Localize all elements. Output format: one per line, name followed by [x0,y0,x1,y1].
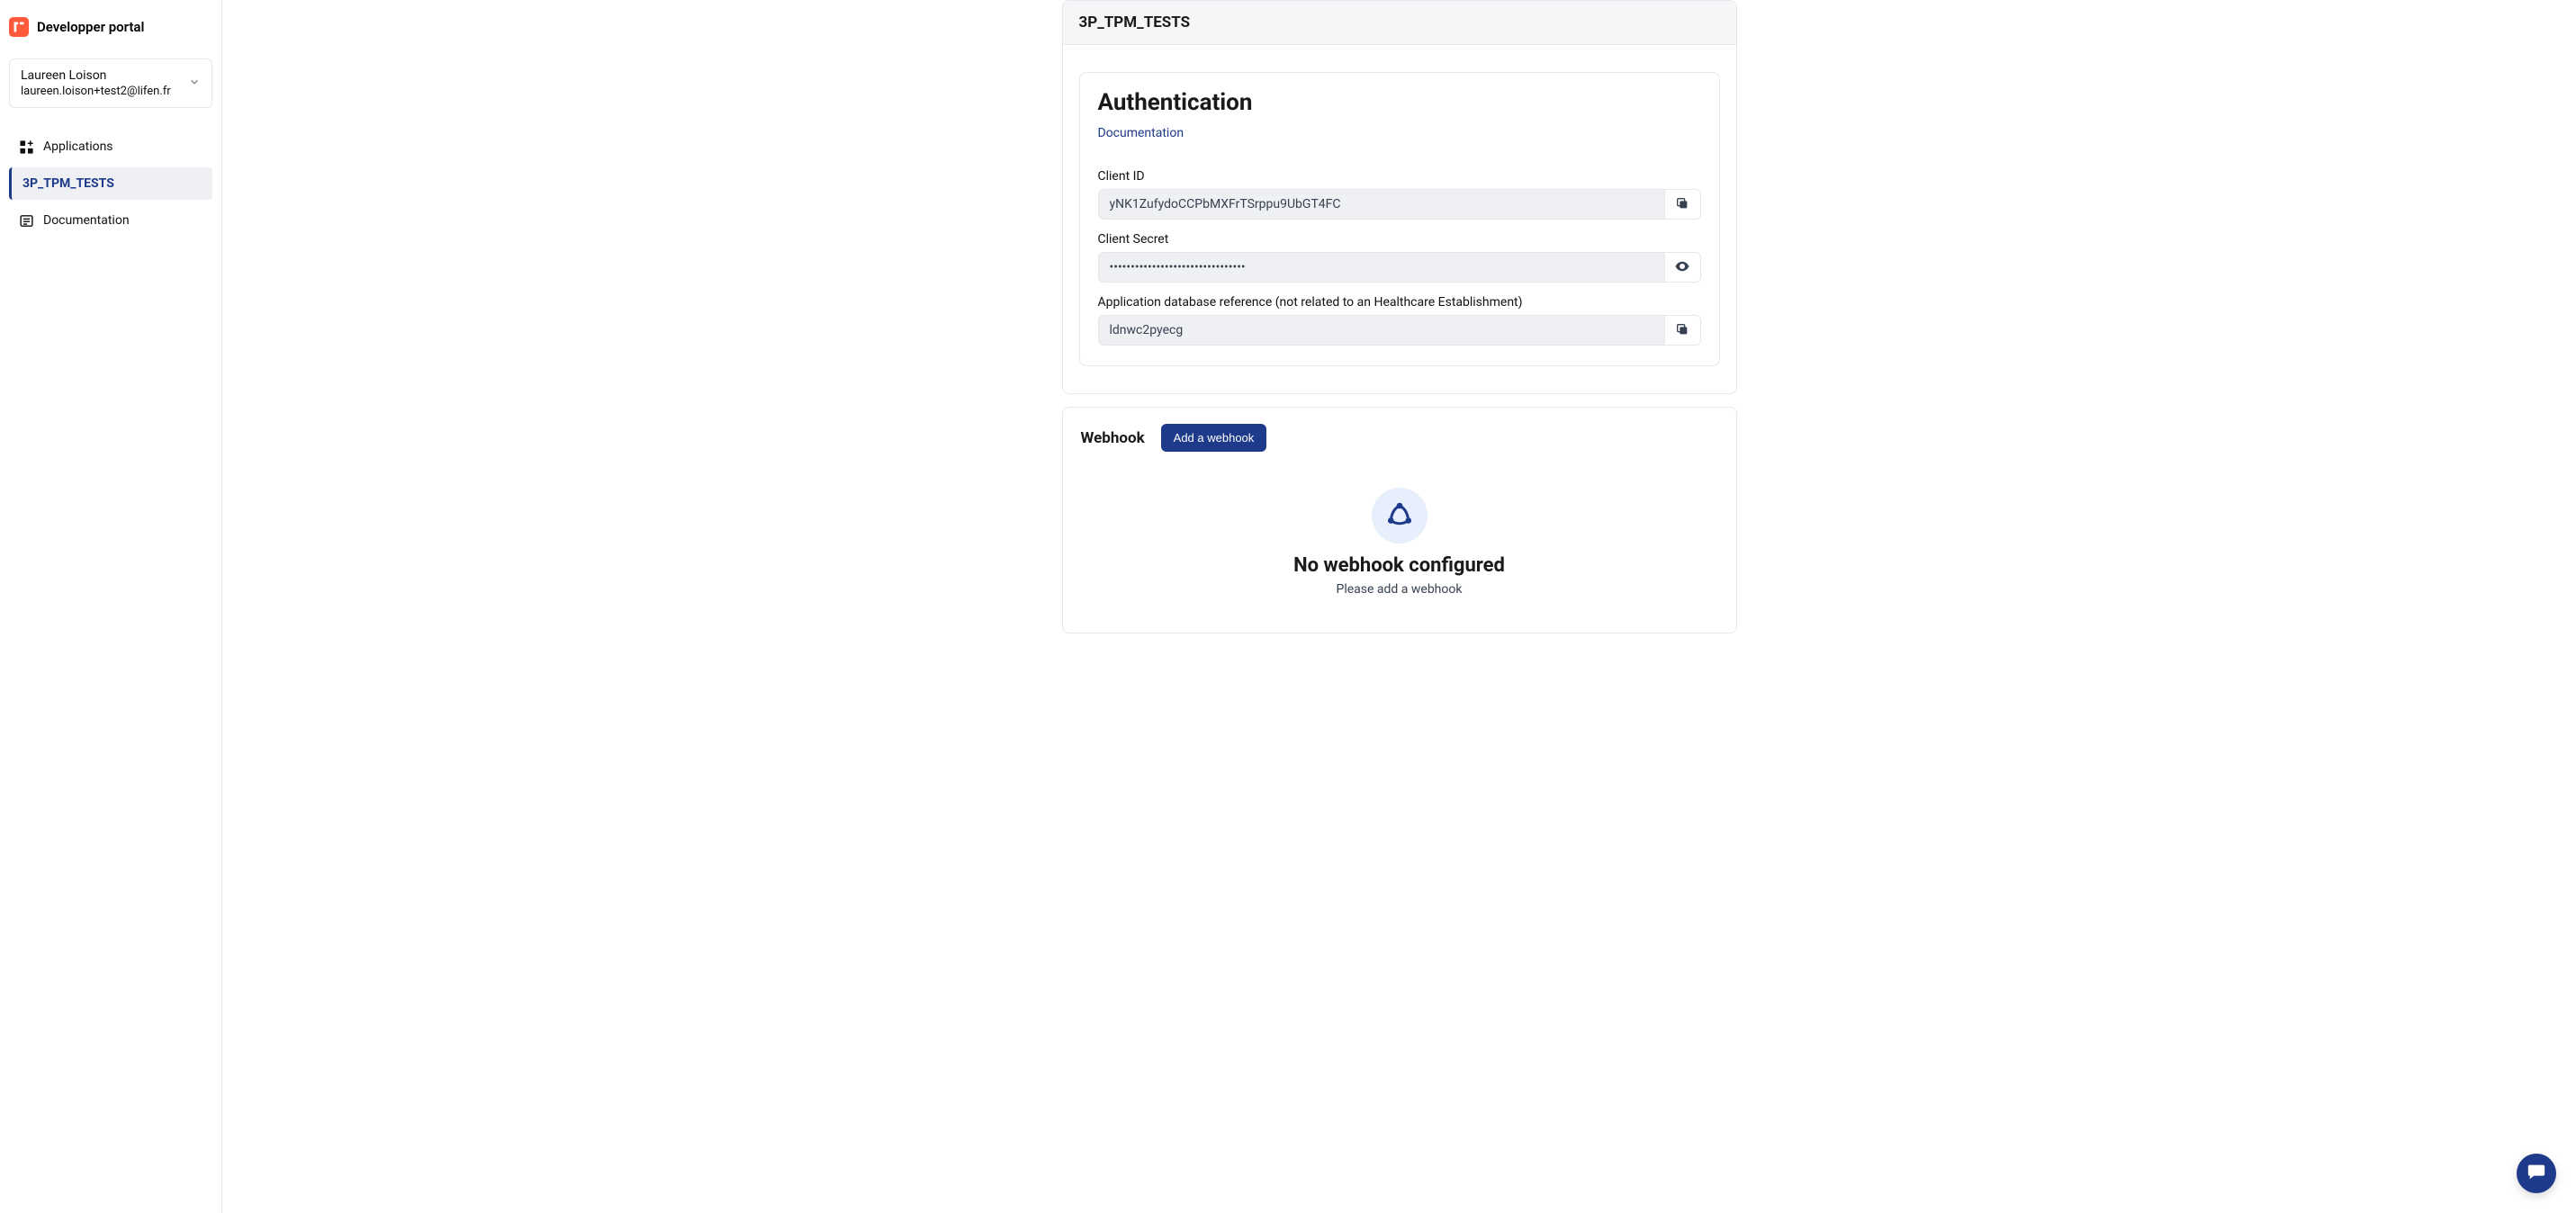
client-id-label: Client ID [1098,169,1701,184]
sidebar-item-label: Applications [43,139,113,154]
client-id-field[interactable] [1098,189,1665,220]
user-email: laureen.loison+test2@lifen.fr [21,85,171,98]
copy-client-id-button[interactable] [1665,189,1701,220]
webhook-empty-title: No webhook configured [1293,554,1505,577]
db-ref-row [1098,315,1701,346]
copy-db-ref-button[interactable] [1665,315,1701,346]
webhook-empty-state: No webhook configured Please add a webho… [1081,488,1718,597]
client-id-row [1098,189,1701,220]
sidebar-item-applications[interactable]: Applications [9,130,212,164]
webhook-card: Webhook Add a webhook [1062,407,1737,633]
user-name: Laureen Loison [21,68,171,83]
webhook-empty-icon-wrap [1372,488,1428,544]
copy-icon [1675,196,1689,213]
user-account-switcher[interactable]: Laureen Loison laureen.loison+test2@life… [9,58,212,108]
eye-icon [1674,258,1690,277]
brand-title: Developper portal [37,19,144,35]
webhook-title: Webhook [1081,429,1145,447]
sidebar-item-active-app[interactable]: 3P_TPM_TESTS [9,167,212,200]
toggle-secret-visibility-button[interactable] [1665,252,1701,283]
client-secret-label: Client Secret [1098,232,1701,247]
documentation-link[interactable]: Documentation [1098,126,1184,140]
auth-title: Authentication [1098,89,1701,116]
add-webhook-button[interactable]: Add a webhook [1161,424,1267,452]
sidebar-item-label: Documentation [43,213,130,228]
db-ref-field[interactable] [1098,315,1665,346]
doc-icon [18,212,34,229]
grid-plus-icon [18,139,34,155]
chat-support-button[interactable] [2517,1154,2556,1193]
client-secret-field[interactable] [1098,252,1665,283]
user-info: Laureen Loison laureen.loison+test2@life… [21,68,171,98]
sidebar-item-label: 3P_TPM_TESTS [23,176,114,191]
page-title: 3P_TPM_TESTS [1063,1,1736,45]
db-ref-label: Application database reference (not rela… [1098,295,1701,310]
webhook-empty-subtitle: Please add a webhook [1337,582,1463,597]
brand: Developper portal [9,13,212,48]
webhook-icon [1383,498,1416,534]
app-card: 3P_TPM_TESTS Authentication Documentatio… [1062,0,1737,394]
brand-logo-icon [9,17,29,37]
sidebar: Developper portal Laureen Loison laureen… [0,0,222,1213]
webhook-header: Webhook Add a webhook [1081,424,1718,452]
copy-icon [1675,322,1689,339]
chat-icon [2526,1162,2546,1185]
auth-card: Authentication Documentation Client ID C… [1079,72,1720,366]
chevron-down-icon [188,75,201,92]
client-secret-row [1098,252,1701,283]
sidebar-item-documentation[interactable]: Documentation [9,203,212,238]
main-content: 3P_TPM_TESTS Authentication Documentatio… [222,0,2576,1213]
